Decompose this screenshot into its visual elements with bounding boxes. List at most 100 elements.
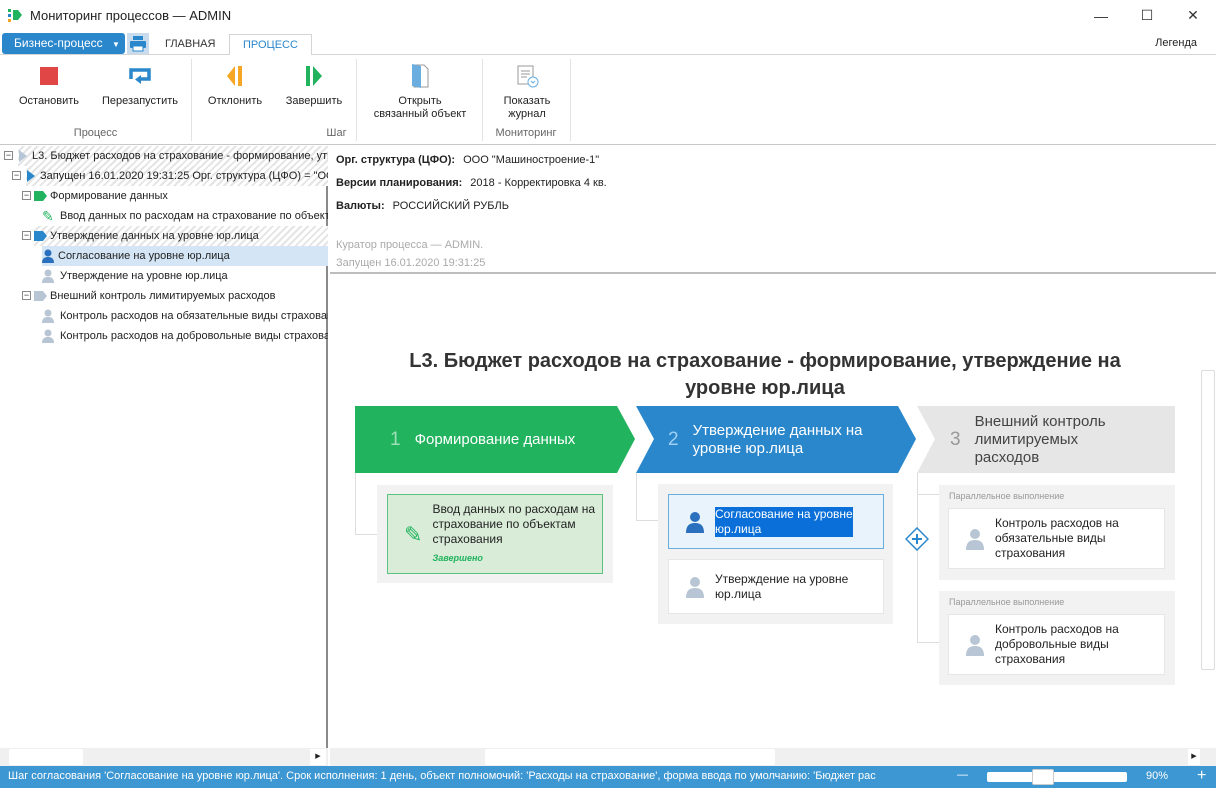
zoom-slider[interactable] (987, 769, 1127, 785)
user-icon (42, 329, 54, 343)
collapse-toggle[interactable]: − (22, 231, 31, 240)
connector (917, 494, 939, 495)
tree-horizontal-scrollbar[interactable]: ▶ (0, 748, 328, 766)
task-card-control-mandatory[interactable]: Контроль расходов на обязательные виды с… (948, 508, 1165, 569)
tab-process[interactable]: ПРОЦЕСС (229, 34, 312, 56)
bp-menu-label: Бизнес-процесс (14, 36, 103, 50)
scroll-thumb[interactable] (9, 749, 83, 765)
connector (917, 473, 918, 643)
org-label: Орг. структура (ЦФО): (336, 154, 456, 166)
group-label-step: Шаг (326, 127, 347, 139)
tree-item-control-voluntary[interactable]: Контроль расходов на добровольные виды с… (42, 326, 328, 346)
tree-item-step-1[interactable]: Формирование данных (34, 186, 168, 206)
status-bar: Шаг согласования 'Согласование на уровне… (0, 766, 1216, 788)
tree-label: Ввод данных по расходам на страхование п… (60, 210, 328, 222)
scroll-thumb[interactable] (485, 749, 775, 765)
tree-item-approval-selected[interactable]: Согласование на уровне юр.лица (42, 246, 328, 266)
connector (355, 534, 377, 535)
collapse-toggle[interactable]: − (22, 291, 31, 300)
diagram-horizontal-scrollbar[interactable]: ▶ (330, 748, 1216, 766)
org-row: Орг. структура (ЦФО): ООО "Машиностроение… (336, 154, 599, 166)
legend-link[interactable]: Легенда (1155, 37, 1197, 49)
connector (636, 473, 637, 521)
minimize-button[interactable]: — (1078, 0, 1124, 31)
tree-item-process[interactable]: L3. Бюджет расходов на страхование - фор… (18, 146, 328, 166)
currency-label: Валюты: (336, 200, 385, 212)
task-label: Контроль расходов на обязательные виды с… (995, 516, 1119, 560)
zoom-out-button[interactable]: — (957, 769, 968, 781)
print-button[interactable] (127, 33, 149, 54)
diagram-title-line-2: уровне юр.лица (685, 377, 845, 399)
printer-icon (130, 36, 146, 52)
scroll-thumb[interactable] (1201, 370, 1215, 670)
zoom-slider-thumb[interactable] (1032, 769, 1054, 785)
tree-item-instance[interactable]: Запущен 16.01.2020 19:31:25 Орг. структу… (26, 166, 328, 186)
tree-label: Согласование на уровне юр.лица (58, 250, 230, 262)
app-logo-icon (8, 9, 22, 22)
zoom-in-button[interactable]: + (1197, 767, 1206, 785)
restart-icon (98, 63, 182, 89)
process-tree: − L3. Бюджет расходов на страхование - ф… (0, 146, 328, 766)
stop-label: Остановить (18, 95, 80, 107)
started-text: Запущен 16.01.2020 19:31:25 (336, 257, 486, 269)
task-label: Контроль расходов на добровольные виды с… (995, 622, 1119, 666)
collapse-toggle[interactable]: − (22, 191, 31, 200)
title-bar: Мониторинг процессов — ADMIN — ☐ ✕ (0, 0, 1216, 31)
collapse-toggle[interactable]: − (4, 151, 13, 160)
stop-button[interactable]: Остановить (12, 63, 86, 108)
tree-label: Утверждение данных на уровне юр.лица (50, 230, 259, 242)
step-2-header: 2 Утверждение данных на уровне юр.лица (668, 406, 878, 473)
reject-button[interactable]: Отклонить (200, 63, 270, 108)
task-card-confirm[interactable]: Утверждение на уровне юр.лица (668, 559, 884, 614)
org-value: ООО "Машиностроение-1" (463, 154, 600, 166)
parallel-group-2: Параллельное выполнение Контроль расходо… (939, 591, 1175, 685)
business-process-menu-button[interactable]: Бизнес-процесс ▼ (2, 33, 125, 54)
open-obj-label-1: Открыть (398, 95, 442, 107)
version-row: Версии планирования: 2018 - Корректировка… (336, 177, 607, 189)
stop-icon (12, 63, 86, 89)
close-button[interactable]: ✕ (1170, 0, 1216, 31)
tree-label: Внешний контроль лимитируемых расходов (50, 290, 276, 302)
step-1-header: 1 Формирование данных (390, 406, 610, 473)
maximize-button[interactable]: ☐ (1124, 0, 1170, 31)
user-icon (686, 511, 704, 533)
tree-item-control-mandatory[interactable]: Контроль расходов на обязательные виды с… (42, 306, 328, 326)
tree-item-confirm[interactable]: Утверждение на уровне юр.лица (42, 266, 228, 286)
finish-button[interactable]: Завершить (280, 63, 348, 108)
diagram-vertical-scrollbar[interactable] (1200, 276, 1216, 748)
task-status: Завершено (432, 553, 483, 563)
tree-item-step-3[interactable]: Внешний контроль лимитируемых расходов (34, 286, 275, 306)
tree-item-step-2[interactable]: Утверждение данных на уровне юр.лица (34, 226, 328, 246)
tree-item-data-entry[interactable]: ✎ Ввод данных по расходам на страхование … (42, 206, 328, 226)
open-linked-object-button[interactable]: Открыть связанный объект (362, 63, 478, 121)
process-diagram: L3. Бюджет расходов на страхование - фор… (330, 276, 1216, 748)
connector (355, 473, 356, 535)
connector (917, 642, 939, 643)
restart-button[interactable]: Перезапустить (98, 63, 182, 108)
currency-value: РОССИЙСКИЙ РУБЛЬ (392, 200, 509, 212)
task-card-approval-selected[interactable]: Согласование на уровне юр.лица (668, 494, 884, 549)
step-label: Внешний контроль лимитируемых расходов (974, 412, 1106, 466)
connector (636, 520, 658, 521)
task-label: Согласование на уровне юр.лица (715, 506, 853, 537)
task-card-control-voluntary[interactable]: Контроль расходов на добровольные виды с… (948, 614, 1165, 675)
tab-main[interactable]: ГЛАВНАЯ (152, 34, 228, 56)
finish-label: Завершить (285, 95, 343, 107)
scroll-right-arrow[interactable]: ▶ (310, 749, 326, 765)
step-2-tasks: Согласование на уровне юр.лица Утвержден… (658, 484, 893, 624)
task-label: Утверждение на уровне юр.лица (715, 571, 849, 601)
curator-text: Куратор процесса — ADMIN. (336, 239, 484, 251)
step-1-tasks: ✎ Ввод данных по расходам на страхование… (377, 485, 613, 583)
zoom-level: 90% (1146, 770, 1169, 782)
currency-row: Валюты: РОССИЙСКИЙ РУБЛЬ (336, 200, 509, 212)
task-card-data-entry[interactable]: ✎ Ввод данных по расходам на страхование… (387, 494, 603, 574)
user-icon (42, 269, 54, 283)
reject-icon (200, 63, 270, 89)
parallel-plus-icon[interactable] (905, 527, 929, 551)
open-obj-label-2: связанный объект (373, 108, 467, 120)
tree-label: Запущен 16.01.2020 19:31:25 Орг. структу… (40, 170, 328, 182)
journal-icon (492, 63, 562, 89)
show-journal-button[interactable]: Показать журнал (492, 63, 562, 121)
collapse-toggle[interactable]: − (12, 171, 21, 180)
scroll-right-arrow[interactable]: ▶ (1188, 749, 1200, 765)
